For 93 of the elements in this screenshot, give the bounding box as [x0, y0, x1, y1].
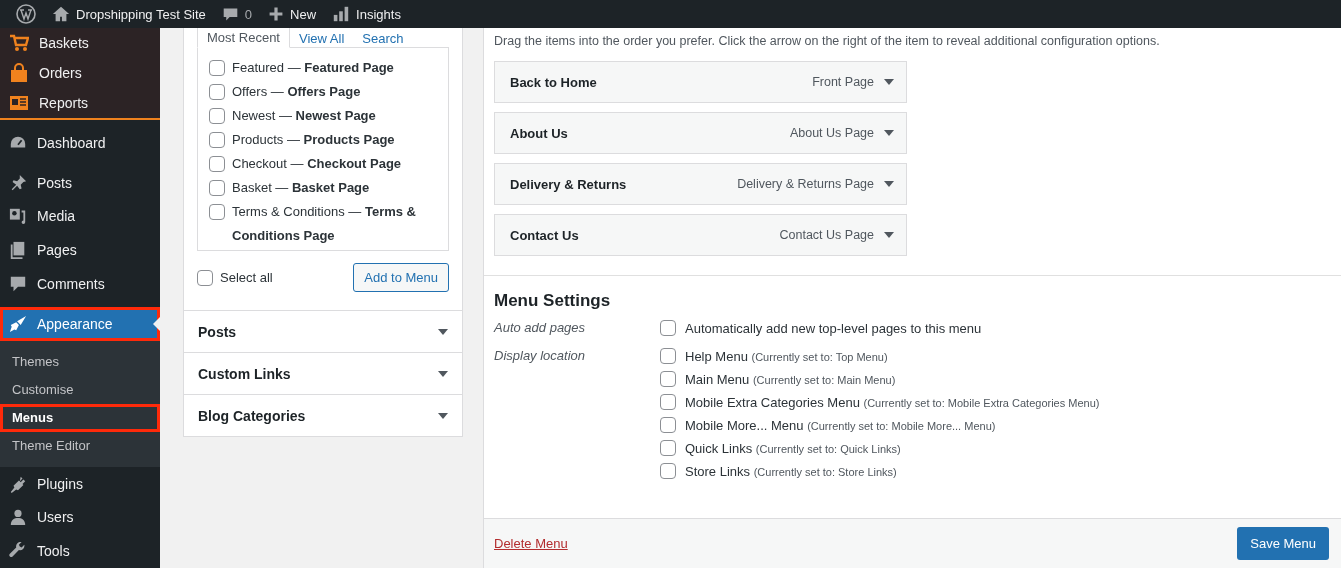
page-option-label: Newest — Newest Page — [232, 107, 376, 125]
menu-item[interactable]: Users — [0, 500, 160, 535]
bag-icon — [9, 63, 29, 83]
caret-icon[interactable] — [884, 181, 894, 187]
paintbrush-icon — [9, 314, 27, 333]
delete-menu-link[interactable]: Delete Menu — [494, 536, 568, 551]
checkbox[interactable] — [660, 348, 676, 364]
checkbox[interactable] — [660, 320, 676, 336]
tab[interactable]: View All — [290, 29, 354, 48]
new-link[interactable]: New — [290, 6, 317, 22]
submenu-item[interactable]: Themes — [0, 347, 160, 376]
option-label: Automatically add new top-level pages to this menu — [685, 320, 982, 336]
menu-item[interactable]: Tools — [0, 534, 160, 568]
page-option-label: Checkout — Checkout Page — [232, 155, 402, 173]
caret-icon[interactable] — [884, 130, 894, 136]
caret-icon[interactable] — [438, 412, 448, 419]
option-label: Store Links — [685, 463, 751, 479]
page-option-label: Offers — Offers Page — [232, 83, 361, 101]
menu-structure-item[interactable]: Back to Home Front Page — [494, 61, 907, 103]
option-label: Mobile More... Menu — [685, 417, 804, 433]
caret-icon[interactable] — [438, 328, 448, 335]
user-icon — [9, 508, 27, 527]
submenu-item[interactable]: Theme Editor — [0, 431, 160, 460]
menu-structure-item[interactable]: About Us About Us Page — [494, 112, 907, 154]
checkbox[interactable] — [660, 440, 676, 456]
site-title-link[interactable]: Dropshipping Test Site — [76, 6, 206, 22]
report-icon — [9, 93, 29, 113]
wordpress-logo-icon — [16, 4, 36, 24]
select-all-label: Select all — [220, 270, 273, 285]
checkbox[interactable] — [197, 269, 213, 286]
accordion-header[interactable]: Custom Links — [183, 353, 463, 395]
accordion-header[interactable]: Posts — [183, 311, 463, 353]
checkbox[interactable] — [209, 60, 225, 76]
checkbox[interactable] — [209, 204, 225, 220]
checkbox[interactable] — [209, 156, 225, 172]
setting-label: Auto add pages — [494, 320, 587, 336]
caret-icon[interactable] — [438, 370, 448, 377]
menu-item[interactable]: Media — [0, 199, 160, 234]
bar-chart-icon — [332, 5, 351, 23]
menu-item[interactable]: Appearance — [0, 306, 160, 341]
option-label: Help Menu — [685, 348, 748, 364]
setting-label: Display location — [494, 348, 587, 365]
checkbox[interactable] — [660, 463, 676, 479]
menu-item[interactable]: Plugins — [0, 466, 160, 501]
menu-item[interactable]: Comments — [0, 267, 160, 301]
menu-item[interactable]: Posts — [0, 165, 160, 200]
page-option-label: Basket — Basket Page — [232, 179, 370, 197]
option-note: (Currently set to: Store Links) — [753, 465, 897, 478]
page-option-label: Products — Products Page — [232, 131, 395, 149]
save-menu-button[interactable]: Save Menu — [1237, 527, 1329, 560]
option-note: (Currently set to: Main Menu) — [752, 373, 896, 386]
pages-icon — [9, 241, 27, 260]
checkbox[interactable] — [209, 132, 225, 148]
media-icon — [9, 207, 27, 226]
comment-count[interactable]: 0 — [244, 6, 253, 22]
submenu-item[interactable]: Menus — [0, 403, 160, 432]
menu-item[interactable]: Dashboard — [0, 125, 160, 160]
add-to-menu-button[interactable]: Add to Menu — [353, 263, 449, 292]
option-label: Mobile Extra Categories Menu — [685, 394, 860, 410]
tab[interactable]: Search — [353, 29, 413, 48]
checkbox[interactable] — [209, 84, 225, 100]
insights-link[interactable]: Insights — [356, 6, 401, 22]
section-heading: Menu Settings — [494, 291, 612, 311]
page-option-label: Terms & Conditions — Terms & Conditions Page — [232, 203, 417, 245]
accordion-header[interactable]: Blog Categories — [183, 395, 463, 437]
instructions-text: Drag the items into the order you prefer. Click the arrow on the right of the item to reveal additional configuration options. — [494, 34, 1161, 48]
option-label: Main Menu — [685, 371, 750, 387]
option-note: (Currently set to: Top Menu) — [751, 350, 888, 363]
checkbox[interactable] — [660, 371, 676, 387]
option-note: (Currently set to: Mobile Extra Categories Menu) — [863, 396, 1100, 409]
option-label: Quick Links — [685, 440, 753, 456]
caret-icon[interactable] — [884, 79, 894, 85]
menu-structure-item[interactable]: Contact Us Contact Us Page — [494, 214, 907, 256]
cart-icon — [9, 33, 29, 53]
menu-structure-item[interactable]: Delivery & Returns Delivery & Returns Page — [494, 163, 907, 205]
menu-item[interactable]: Baskets — [0, 28, 160, 58]
option-note: (Currently set to: Mobile More... Menu) — [807, 419, 996, 432]
tab[interactable]: Most Recent — [197, 28, 290, 48]
menu-item[interactable]: Orders — [0, 58, 160, 88]
submenu-item[interactable]: Customise — [0, 375, 160, 404]
menu-item[interactable]: Reports — [0, 88, 160, 118]
page-option-label: Featured — Featured Page — [232, 59, 394, 77]
menu-item[interactable]: Pages — [0, 233, 160, 268]
checkbox[interactable] — [660, 417, 676, 433]
caret-icon[interactable] — [884, 232, 894, 238]
plus-icon — [268, 6, 285, 22]
checkbox[interactable] — [209, 180, 225, 196]
checkbox[interactable] — [209, 108, 225, 124]
option-note: (Currently set to: Quick Links) — [755, 442, 901, 455]
speech-bubble-icon — [9, 275, 27, 293]
pushpin-icon — [9, 173, 27, 192]
checkbox[interactable] — [660, 394, 676, 410]
home-icon — [52, 5, 70, 23]
